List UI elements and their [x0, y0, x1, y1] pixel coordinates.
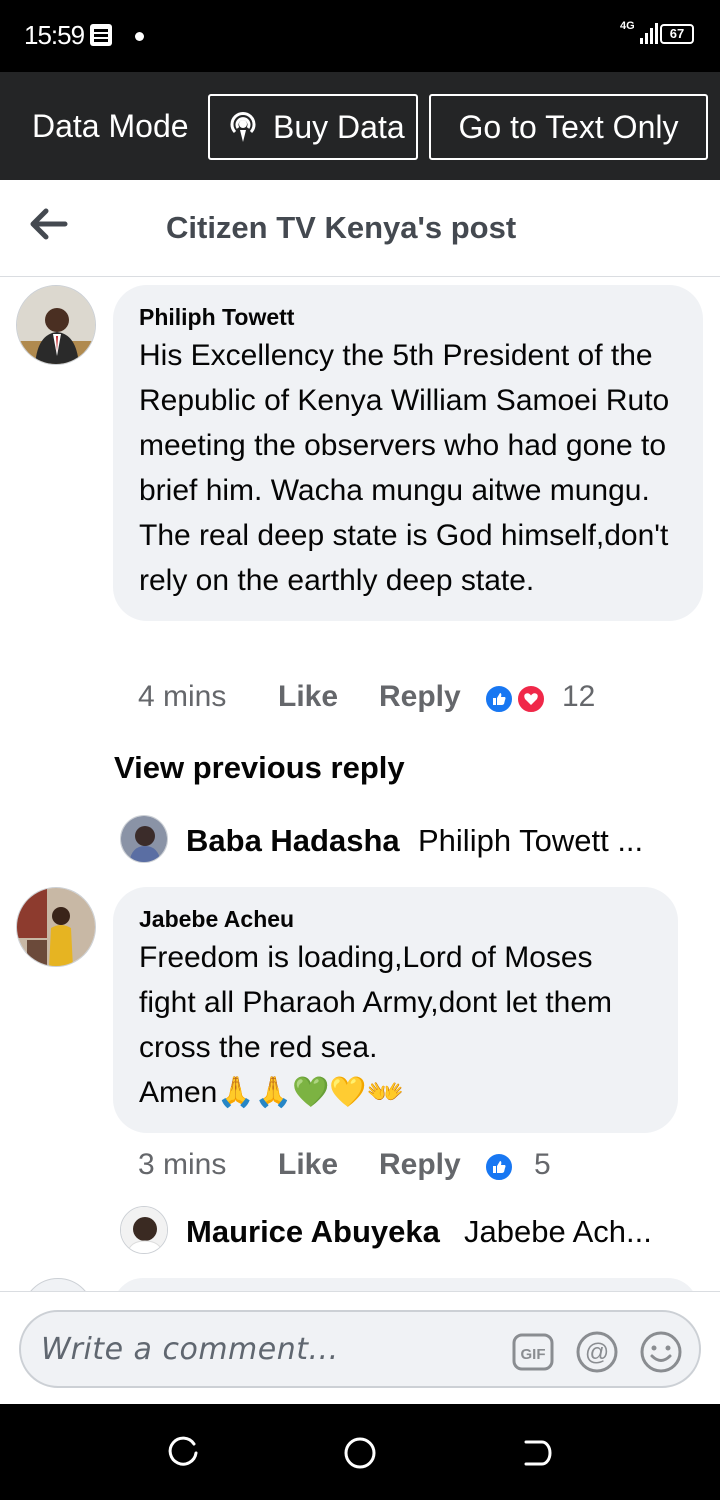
buy-data-button[interactable]: Buy Data: [208, 94, 418, 160]
reply-preview[interactable]: Maurice Abuyeka Jabebe Ach...: [0, 1206, 720, 1256]
comment-time: 3 mins: [138, 1148, 227, 1181]
love-reaction-icon: [516, 684, 546, 714]
signal-icon: [640, 22, 658, 44]
comment-bubble[interactable]: Jabebe Acheu Freedom is loading,Lord of …: [113, 887, 678, 1133]
avatar-photo: [17, 888, 95, 966]
avatar[interactable]: [16, 285, 96, 365]
reply-preview[interactable]: Baba Hadasha Philiph Towett ...: [0, 815, 720, 865]
svg-text:@: @: [585, 1339, 609, 1366]
battery-level: 67: [660, 24, 694, 44]
emoji-icon[interactable]: [639, 1330, 683, 1374]
system-nav-bar: [0, 1404, 720, 1500]
recents-icon[interactable]: [166, 1436, 200, 1470]
data-mode-label: Data Mode: [32, 108, 189, 144]
reaction-count[interactable]: 12: [562, 680, 595, 714]
comment-composer: Write a comment... GIF @: [0, 1291, 720, 1404]
back-arrow-icon[interactable]: [28, 206, 68, 242]
like-button[interactable]: Like: [278, 680, 338, 714]
comment-author[interactable]: Jabebe Acheu: [139, 903, 652, 935]
reply-snippet: Jabebe Ach...: [464, 1214, 652, 1249]
comment-bubble[interactable]: Philiph Towett His Excellency the 5th Pr…: [113, 285, 703, 621]
like-reaction-icon: [484, 1152, 514, 1182]
comment-author[interactable]: Philiph Towett: [139, 301, 677, 333]
broadcast-icon: [230, 112, 256, 142]
notification-icon: [90, 24, 112, 46]
reply-button[interactable]: Reply: [379, 1148, 461, 1182]
comment-input[interactable]: Write a comment... GIF @: [19, 1310, 701, 1388]
comment-meta: 3 mins Like Reply 5: [0, 1148, 720, 1188]
comment-meta: 4 mins Like Reply 12: [0, 680, 720, 720]
comment-time: 4 mins: [138, 680, 227, 713]
mention-icon[interactable]: @: [575, 1330, 619, 1374]
reply-author[interactable]: Maurice Abuyeka: [186, 1214, 440, 1250]
avatar-photo: [17, 286, 95, 364]
post-header: Citizen TV Kenya's post: [0, 180, 720, 277]
data-mode-bar: Data Mode Buy Data Go to Text Only: [0, 72, 720, 180]
comment-placeholder: Write a comment...: [41, 1332, 339, 1367]
like-reaction-icon: [484, 684, 514, 714]
view-previous-reply-link[interactable]: View previous reply: [114, 750, 405, 786]
reply-button[interactable]: Reply: [379, 680, 461, 714]
reaction-count[interactable]: 5: [534, 1148, 551, 1182]
gif-icon[interactable]: GIF: [511, 1330, 555, 1374]
comment-text: Freedom is loading,Lord of Moses fight a…: [139, 941, 613, 1109]
comment-text: His Excellency the 5th President of the …: [139, 339, 670, 597]
svg-text:GIF: GIF: [521, 1346, 546, 1363]
clock: 15:59: [24, 20, 85, 50]
text-only-button[interactable]: Go to Text Only: [429, 94, 708, 160]
buy-data-label: Buy Data: [273, 109, 405, 145]
avatar[interactable]: [16, 887, 96, 967]
network-type: 4G: [620, 20, 635, 32]
back-icon[interactable]: [520, 1436, 554, 1470]
page-title: Citizen TV Kenya's post: [166, 210, 517, 245]
home-icon[interactable]: [343, 1436, 377, 1470]
reply-snippet: Philiph Towett ...: [418, 823, 644, 858]
reply-author[interactable]: Baba Hadasha: [186, 823, 400, 859]
like-button[interactable]: Like: [278, 1148, 338, 1182]
dot-icon: [135, 32, 144, 41]
status-bar: 15:59 4G 67: [0, 0, 720, 72]
